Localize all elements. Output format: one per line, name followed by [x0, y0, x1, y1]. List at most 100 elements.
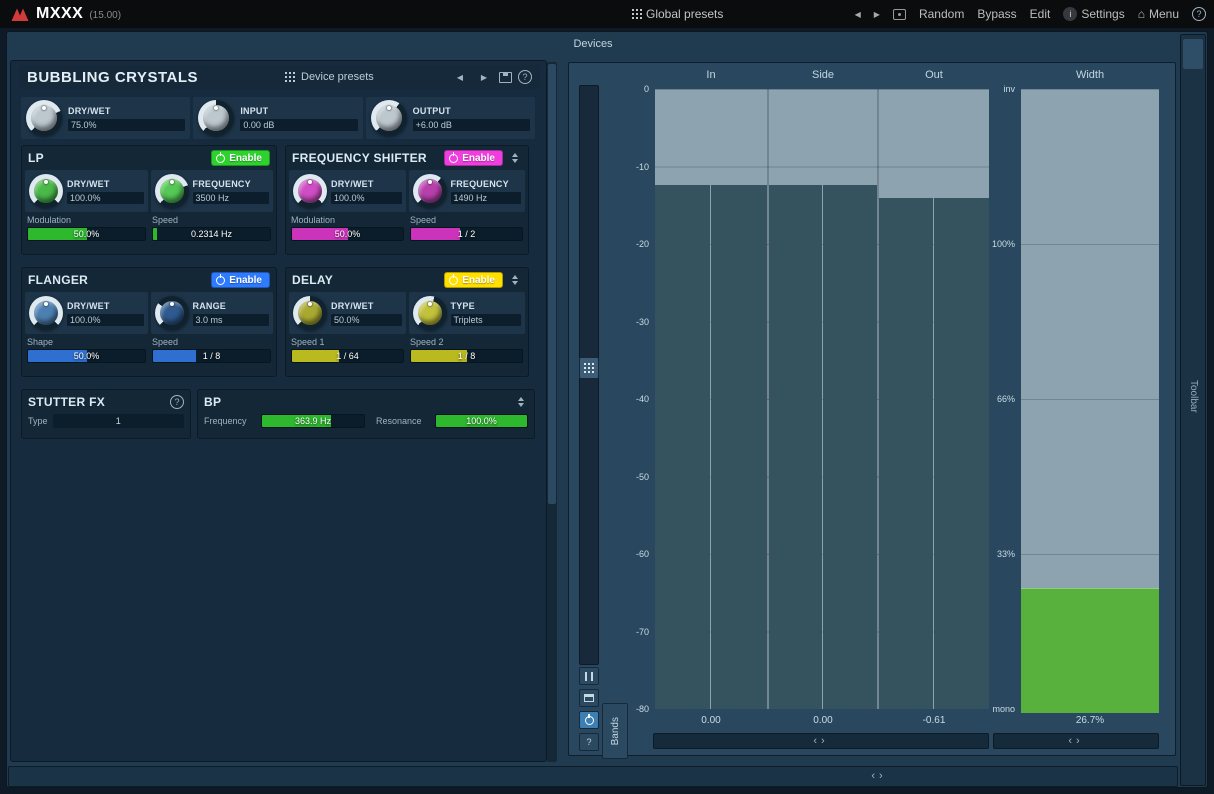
speed-slider[interactable]: 1 / 8 — [152, 349, 271, 363]
module-stutter-fx: STUTTER FX ? Type 1 — [21, 389, 191, 439]
speed2-slider[interactable]: 1 / 8 — [410, 349, 523, 363]
module-title: BP — [204, 395, 509, 409]
width-meter[interactable] — [1021, 89, 1159, 713]
randomize-seed-icon[interactable] — [893, 9, 906, 20]
meter-column-label: Side — [773, 69, 873, 81]
knob-cell: DRY/WET100.0% — [289, 170, 406, 212]
prev-preset-button[interactable]: ◀ — [855, 10, 861, 19]
meter-bar-in-r — [711, 185, 767, 709]
enable-button[interactable]: Enable — [211, 272, 270, 288]
module-delay: DELAY Enable DRY/WET50.0% TYPETriplets S… — [285, 267, 529, 377]
type-knob[interactable] — [413, 296, 447, 330]
range-knob[interactable] — [155, 296, 189, 330]
meter-scrollbar-right[interactable]: ‹› — [993, 733, 1159, 749]
meter-readout-side[interactable]: 0.00 — [773, 715, 873, 726]
width-tick: inv — [967, 84, 1015, 94]
toolbar-scrollbar-thumb[interactable] — [1183, 39, 1203, 69]
workspace-horizontal-scrollbar[interactable]: ‹› — [8, 766, 1178, 787]
meter-help-button[interactable]: ? — [579, 733, 599, 751]
db-tick: -50 — [607, 472, 649, 482]
help-button[interactable]: ? — [1192, 7, 1206, 21]
pause-button[interactable] — [579, 667, 599, 685]
edit-button[interactable]: Edit — [1030, 7, 1051, 21]
meter-readout-out[interactable]: -0.61 — [884, 715, 984, 726]
shape-slider[interactable]: 50.0% — [27, 349, 146, 363]
input-knob[interactable] — [198, 100, 234, 136]
width-tick: 33% — [967, 549, 1015, 559]
devices-tab[interactable]: Devices — [573, 38, 612, 50]
output-knob[interactable] — [371, 100, 407, 136]
device-help-button[interactable]: ? — [518, 70, 532, 84]
app-version: (15.00) — [89, 10, 121, 21]
toolbar-label: Toolbar — [1188, 380, 1199, 413]
tab-bands[interactable]: Bands — [602, 703, 628, 759]
settings-button[interactable]: i Settings — [1063, 7, 1124, 21]
power-icon — [585, 716, 594, 725]
meter-readout-width[interactable]: 26.7% — [1040, 715, 1140, 726]
device-presets-button[interactable]: Device presets — [301, 71, 374, 83]
save-preset-icon[interactable] — [499, 72, 512, 83]
frequency-knob[interactable] — [155, 174, 189, 208]
meter-bar-side-r — [823, 185, 877, 709]
module-title: DELAY — [292, 273, 439, 287]
meter-column-label: Out — [884, 69, 984, 81]
resonance-slider[interactable]: 100.0% — [435, 414, 528, 428]
module-help-button[interactable]: ? — [170, 395, 184, 409]
db-tick: -70 — [607, 627, 649, 637]
dry-wet-knob[interactable] — [293, 296, 327, 330]
dry-wet-knob[interactable] — [29, 296, 63, 330]
modulation-slider[interactable]: 50.0% — [291, 227, 404, 241]
module-frequency-shifter: FREQUENCY SHIFTER Enable DRY/WET100.0% F… — [285, 145, 529, 255]
scrollbar-thumb[interactable] — [548, 64, 556, 504]
module-spinner[interactable] — [508, 272, 522, 288]
enable-button[interactable]: Enable — [211, 150, 270, 166]
grid-icon — [632, 9, 642, 19]
scrollbar-arrows[interactable]: ‹› — [861, 770, 897, 782]
knob-cell: DRY/WET100.0% — [25, 170, 148, 212]
grid-icon — [285, 72, 295, 82]
prev-device-preset-button[interactable]: ◀ — [451, 69, 469, 85]
random-button[interactable]: Random — [919, 7, 964, 21]
next-preset-button[interactable]: ▶ — [874, 10, 880, 19]
device-preset-name[interactable]: BUBBLING CRYSTALS — [27, 69, 279, 86]
grid-icon — [584, 363, 594, 373]
speed-slider[interactable]: 1 / 2 — [410, 227, 523, 241]
speed1-slider[interactable]: 1 / 64 — [291, 349, 404, 363]
module-spinner[interactable] — [508, 150, 522, 166]
enable-button[interactable]: Enable — [444, 272, 503, 288]
meter-readout-in[interactable]: 0.00 — [661, 715, 761, 726]
enable-button[interactable]: Enable — [444, 150, 503, 166]
next-device-preset-button[interactable]: ▶ — [475, 69, 493, 85]
knob-cell: DRY/WET50.0% — [289, 292, 406, 334]
meter-panel: In Side Out Width 0 -10 -20 -30 -40 -50 … — [568, 62, 1176, 756]
popup-window-button[interactable] — [579, 689, 599, 707]
bypass-button[interactable]: Bypass — [977, 7, 1016, 21]
power-button[interactable] — [579, 711, 599, 729]
app-name: MXXX — [36, 5, 83, 23]
frequency-knob[interactable] — [413, 174, 447, 208]
width-meter-bar — [1021, 588, 1159, 713]
dry-wet-knob[interactable] — [293, 174, 327, 208]
device-chain-panel: BUBBLING CRYSTALS Device presets ◀ ▶ ? D… — [10, 60, 547, 762]
toolbar-panel-collapsed[interactable]: Toolbar — [1180, 34, 1206, 786]
collapsed-meter-button[interactable] — [579, 357, 599, 379]
meter-scrollbar-left[interactable]: ‹› — [653, 733, 989, 749]
modulation-slider[interactable]: 50.0% — [27, 227, 146, 241]
mxxx-window: MXXX (15.00) Global presets ◀ ▶ Random B… — [0, 0, 1214, 794]
info-icon: i — [1063, 7, 1077, 21]
level-meter-graph[interactable] — [655, 89, 989, 709]
global-presets-button[interactable]: Global presets — [632, 0, 723, 28]
dry-wet-knob[interactable] — [29, 174, 63, 208]
menu-button[interactable]: ⌂ Menu — [1138, 7, 1179, 21]
titlebar-actions: ◀ ▶ Random Bypass Edit i Settings ⌂ Menu… — [855, 0, 1206, 28]
dry-wet-knob[interactable] — [26, 100, 62, 136]
device-panel-scrollbar[interactable] — [547, 62, 557, 762]
db-tick: -10 — [607, 162, 649, 172]
module-spinner[interactable] — [514, 394, 528, 410]
frequency-slider[interactable]: 363.9 Hz — [261, 414, 365, 428]
melda-logo-icon — [10, 7, 30, 22]
knob-cell: FREQUENCY1490 Hz — [409, 170, 526, 212]
db-tick: -40 — [607, 394, 649, 404]
speed-slider[interactable]: 0.2314 Hz — [152, 227, 271, 241]
type-value[interactable]: 1 — [53, 414, 184, 428]
